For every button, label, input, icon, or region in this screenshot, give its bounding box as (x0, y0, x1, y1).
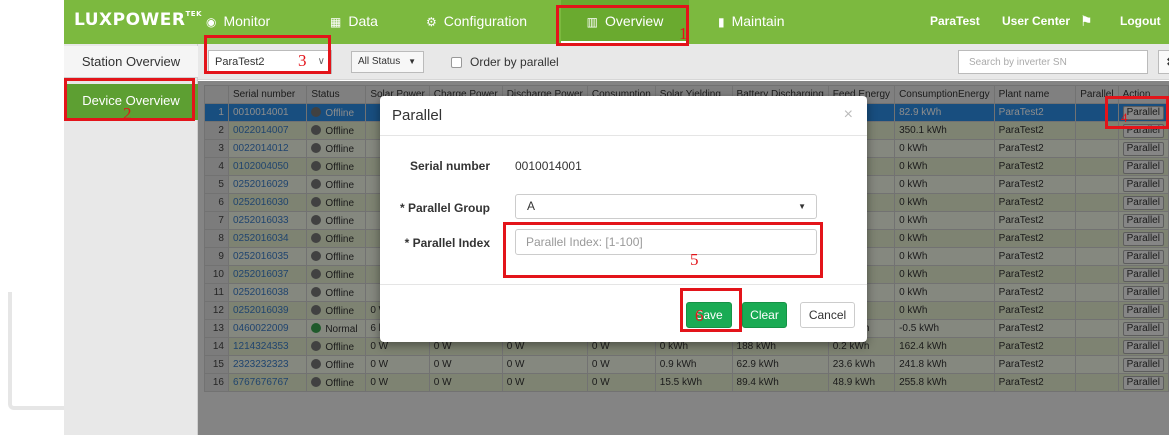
parallel-group-select[interactable]: A ▼ (515, 194, 817, 219)
uk-flag-icon[interactable]: ⚑ (1080, 0, 1093, 44)
clear-button[interactable]: Clear (742, 302, 787, 328)
chart-icon: ▦ (330, 15, 342, 29)
annotation-box-save (680, 288, 742, 332)
dialog-header: Parallel × (380, 96, 867, 136)
annotation-number: 2 (123, 104, 132, 123)
dialog-footer: Save Clear Cancel (380, 284, 867, 342)
logo[interactable]: LUXPOWERTEK (74, 10, 202, 30)
parallel-dialog: Parallel × Serial number 0010014001 * Pa… (380, 96, 867, 342)
clear-search-button[interactable]: ✖ (1158, 50, 1169, 74)
nav-configuration[interactable]: ⚙ Configuration (426, 0, 527, 44)
gears-icon: ⚙ (426, 15, 437, 29)
parallel-group-label: * Parallel Group (399, 201, 490, 215)
annotation-number: 5 (690, 250, 699, 269)
nav-maintain[interactable]: ▮ Maintain (718, 0, 785, 44)
close-icon[interactable]: × (844, 106, 853, 124)
annotation-number: 4 (1121, 110, 1128, 125)
file-icon: ▮ (718, 15, 725, 29)
cancel-button[interactable]: Cancel (800, 302, 855, 328)
logout-link[interactable]: Logout (1120, 0, 1161, 44)
order-by-parallel-checkbox[interactable] (451, 57, 462, 68)
status-select[interactable]: All Status ▼ (351, 51, 424, 73)
current-user[interactable]: ParaTest (930, 0, 980, 44)
filter-bar: ParaTest2 ∨ All Status ▼ Order by parallel… (198, 44, 1169, 80)
annotation-box-parallel-action (1105, 96, 1169, 129)
user-center-link[interactable]: User Center (1002, 0, 1070, 44)
annotation-box-overview (556, 5, 689, 46)
annotation-box-station-select (204, 35, 331, 74)
search-inverter-input[interactable] (958, 50, 1148, 74)
caret-down-icon: ▼ (798, 202, 806, 211)
caret-down-icon: ▼ (408, 57, 416, 66)
serial-number-value: 0010014001 (515, 159, 582, 173)
serial-number-label: Serial number (409, 159, 490, 173)
app-root: LUXPOWERTEK ◉ Monitor ▦ Data ⚙ Configuratio… (0, 0, 1169, 435)
nav-data[interactable]: ▦ Data (330, 0, 378, 44)
dialog-title: Parallel (392, 107, 443, 124)
annotation-number: 1 (679, 24, 688, 43)
parallel-index-label: * Parallel Index (404, 236, 490, 250)
annotation-number: 3 (298, 51, 307, 70)
annotation-box-parallel-index (503, 222, 823, 278)
annotation-number: 6 (695, 306, 704, 325)
order-by-parallel-label[interactable]: Order by parallel (470, 55, 559, 69)
sidebar-item-station-overview[interactable]: Station Overview (64, 46, 198, 78)
